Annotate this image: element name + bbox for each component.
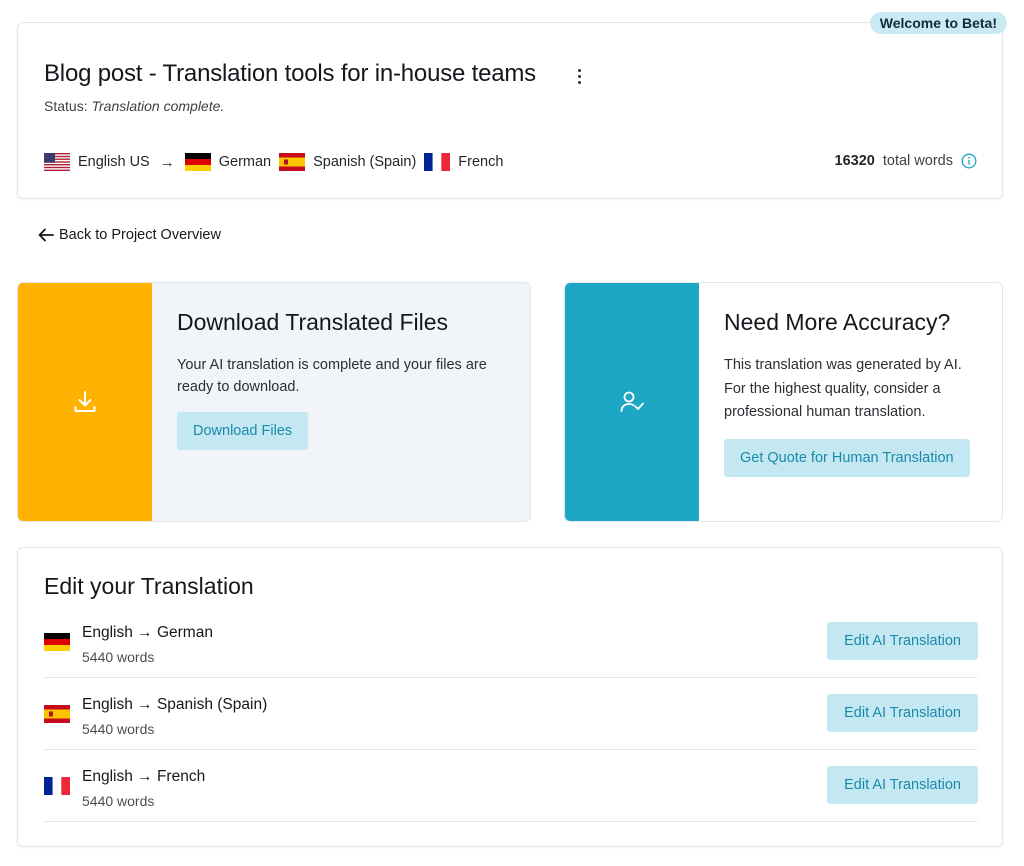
language-pair: English → Spanish (Spain) <box>82 696 268 713</box>
word-count: 5440 words <box>82 721 155 737</box>
target-language-spanish: Spanish (Spain) <box>279 153 416 171</box>
flag-spain-icon <box>279 153 306 171</box>
target-language-german: German <box>184 153 272 171</box>
target-language-label: Spanish (Spain) <box>313 154 417 170</box>
download-card: Download Translated Files Your AI transl… <box>17 282 531 522</box>
flag-germany-icon <box>184 153 211 171</box>
language-pair: English → French <box>82 768 206 785</box>
translation-row-german: English → German 5440 words Edit AI Tran… <box>44 606 978 678</box>
get-quote-button[interactable]: Get Quote for Human Translation <box>724 438 970 477</box>
total-word-count: 16320 total words <box>835 153 977 169</box>
edit-ai-translation-button[interactable]: Edit AI Translation <box>827 694 978 732</box>
total-words-label: total words <box>882 153 953 169</box>
edit-translation-card: Edit your Translation English → German 5… <box>17 547 1003 847</box>
translation-row-spanish: English → Spanish (Spain) 5440 words Edi… <box>44 678 978 750</box>
download-icon <box>74 391 96 412</box>
download-card-body: Download Translated Files Your AI transl… <box>152 283 530 521</box>
accuracy-card: Need More Accuracy? This translation was… <box>564 282 1003 522</box>
arrow-left-icon <box>38 228 54 242</box>
target-language-label: French <box>458 154 504 170</box>
accuracy-card-title: Need More Accuracy? <box>724 309 951 335</box>
edit-ai-translation-button[interactable]: Edit AI Translation <box>827 766 978 804</box>
accuracy-icon-panel <box>565 283 699 521</box>
flag-france-icon <box>424 153 451 171</box>
download-files-button[interactable]: Download Files <box>177 412 309 450</box>
accuracy-card-text: This translation was generated by AI. Fo… <box>724 357 962 420</box>
info-icon[interactable] <box>961 153 977 169</box>
download-card-title: Download Translated Files <box>177 309 449 335</box>
download-icon-panel <box>18 283 152 521</box>
target-language-label: German <box>218 154 272 170</box>
arrow-right-icon: → <box>159 153 175 171</box>
project-status: Status: Translation complete. <box>44 98 224 114</box>
edit-section-title: Edit your Translation <box>44 573 254 599</box>
status-label: Status: <box>44 98 88 114</box>
download-card-text: Your AI translation is complete and your… <box>177 357 487 395</box>
edit-ai-translation-button[interactable]: Edit AI Translation <box>827 622 978 660</box>
project-header-card: Blog post - Translation tools for in-hou… <box>17 22 1003 199</box>
source-language-label: English US <box>78 154 150 170</box>
flag-us-icon <box>44 153 70 171</box>
word-count: 5440 words <box>82 793 155 809</box>
status-value: Translation complete. <box>91 98 225 114</box>
back-to-overview-link[interactable]: Back to Project Overview <box>37 226 221 244</box>
language-pair: English → German <box>82 624 213 641</box>
more-vertical-icon[interactable] <box>571 66 587 88</box>
flag-germany-icon <box>44 633 70 651</box>
welcome-beta-badge: Welcome to Beta! <box>869 12 1007 34</box>
source-language: English US <box>44 153 150 171</box>
project-title: Blog post - Translation tools for in-hou… <box>44 60 536 87</box>
word-count: 5440 words <box>82 649 155 665</box>
back-link-label: Back to Project Overview <box>59 227 221 243</box>
accuracy-card-body: Need More Accuracy? This translation was… <box>699 283 1002 521</box>
flag-spain-icon <box>44 705 70 723</box>
target-language-french: French <box>424 153 503 171</box>
language-row: English US → German Spanish (Spain) Fren… <box>44 151 511 173</box>
user-check-icon <box>620 391 644 412</box>
total-words-value: 16320 <box>834 153 875 169</box>
flag-france-icon <box>44 777 70 795</box>
translation-row-french: English → French 5440 words Edit AI Tran… <box>44 750 978 822</box>
